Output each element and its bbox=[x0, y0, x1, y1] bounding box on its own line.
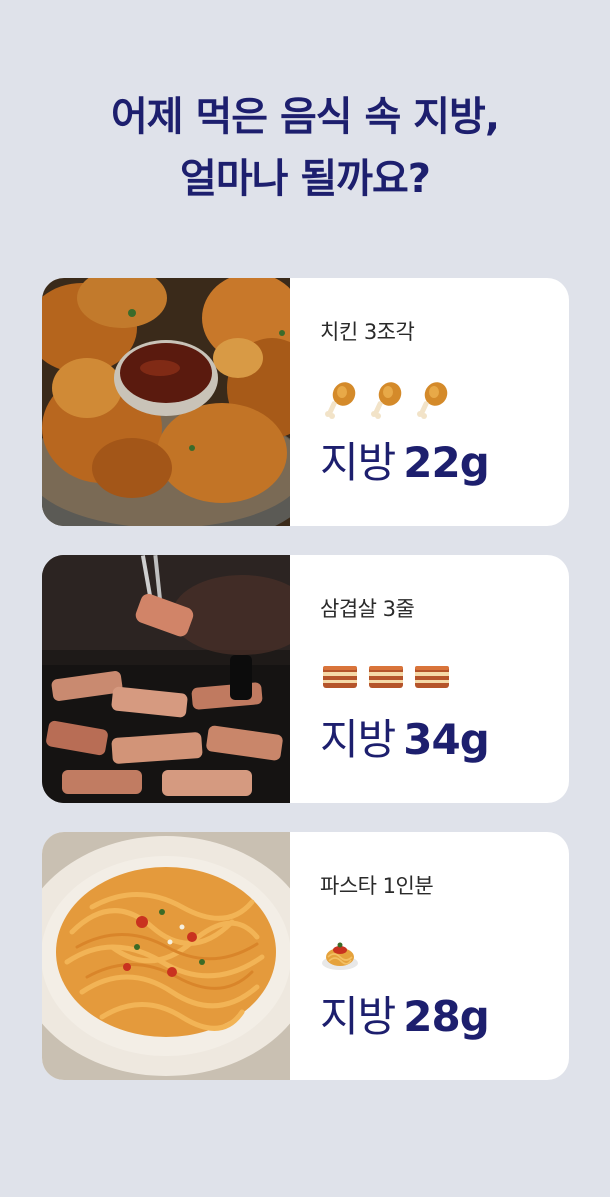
emoji-row bbox=[320, 932, 360, 974]
bacon-icon bbox=[369, 666, 403, 688]
fat-amount: 지방 22g bbox=[320, 438, 490, 488]
poultry-leg-icon bbox=[371, 382, 402, 419]
food-name: 치킨 3조각 bbox=[320, 320, 415, 344]
poultry-leg-icon bbox=[417, 382, 448, 419]
spaghetti-icon bbox=[322, 942, 358, 970]
pasta-plate-photo bbox=[42, 832, 290, 1080]
grilled-pork-belly-photo bbox=[42, 555, 290, 803]
page: 어제 먹은 음식 속 지방, 얼마나 될까요? 치킨 3조각 지방 22g 삼겹… bbox=[0, 0, 610, 1197]
fat-label: 지방 bbox=[320, 715, 396, 764]
food-card-pork-belly: 삼겹살 3줄 지방 34g bbox=[42, 555, 569, 803]
food-info: 파스타 1인분 지방 28g bbox=[320, 832, 569, 1080]
title-line-1: 어제 먹은 음식 속 지방, bbox=[110, 94, 500, 140]
fried-chicken-photo bbox=[42, 278, 290, 526]
fat-value: 22g bbox=[403, 438, 490, 487]
fat-label: 지방 bbox=[320, 992, 396, 1041]
food-card-pasta: 파스타 1인분 지방 28g bbox=[42, 832, 569, 1080]
bacon-icon bbox=[323, 666, 357, 688]
fat-amount: 지방 34g bbox=[320, 715, 490, 765]
page-title: 어제 먹은 음식 속 지방, 얼마나 될까요? bbox=[0, 86, 610, 210]
poultry-leg-icon bbox=[325, 382, 356, 419]
fat-value: 28g bbox=[403, 992, 490, 1041]
title-line-2: 얼마나 될까요? bbox=[180, 156, 431, 202]
fat-label: 지방 bbox=[320, 438, 396, 487]
fat-amount: 지방 28g bbox=[320, 992, 490, 1042]
food-name: 삼겹살 3줄 bbox=[320, 597, 415, 621]
food-info: 치킨 3조각 지방 22g bbox=[320, 278, 569, 526]
emoji-row bbox=[320, 655, 452, 697]
fat-value: 34g bbox=[403, 715, 490, 764]
food-name: 파스타 1인분 bbox=[320, 874, 434, 898]
food-card-chicken: 치킨 3조각 지방 22g bbox=[42, 278, 569, 526]
food-info: 삼겹살 3줄 지방 34g bbox=[320, 555, 569, 803]
emoji-row bbox=[320, 378, 452, 420]
bacon-icon bbox=[415, 666, 449, 688]
